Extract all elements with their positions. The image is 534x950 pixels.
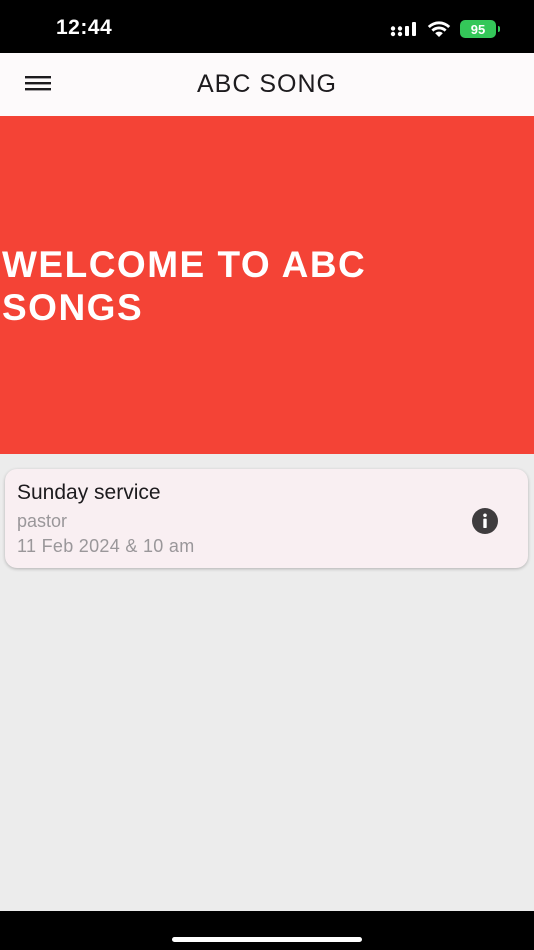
event-subtitle: pastor <box>17 511 68 531</box>
menu-button[interactable] <box>24 73 52 97</box>
status-time: 12:44 <box>56 16 113 39</box>
wifi-icon <box>427 20 451 38</box>
event-title: Sunday service <box>17 481 161 504</box>
bottom-bar <box>0 911 534 950</box>
welcome-title: WELCOME TO ABC SONGS <box>2 244 367 328</box>
status-bar: 12:44 95 <box>0 0 534 53</box>
welcome-banner: WELCOME TO ABC SONGS <box>0 116 534 454</box>
home-indicator[interactable] <box>172 937 362 942</box>
info-icon[interactable] <box>471 507 498 534</box>
hamburger-menu-icon <box>25 74 51 97</box>
app-title: ABC SONG <box>197 70 337 98</box>
battery-level: 95 <box>470 21 486 37</box>
event-card[interactable]: Sunday service pastor 11 Feb 2024 & 10 a… <box>5 469 528 568</box>
app-bar: ABC SONG <box>0 53 534 116</box>
cellular-signal-icon <box>390 21 418 37</box>
status-icons: 95 <box>390 18 500 40</box>
app-screen: 12:44 95 ABC SONG WELCOME TO ABC SONGS S… <box>0 0 534 950</box>
event-datetime: 11 Feb 2024 & 10 am <box>17 536 195 556</box>
battery-charging-icon: 95 <box>460 20 500 38</box>
